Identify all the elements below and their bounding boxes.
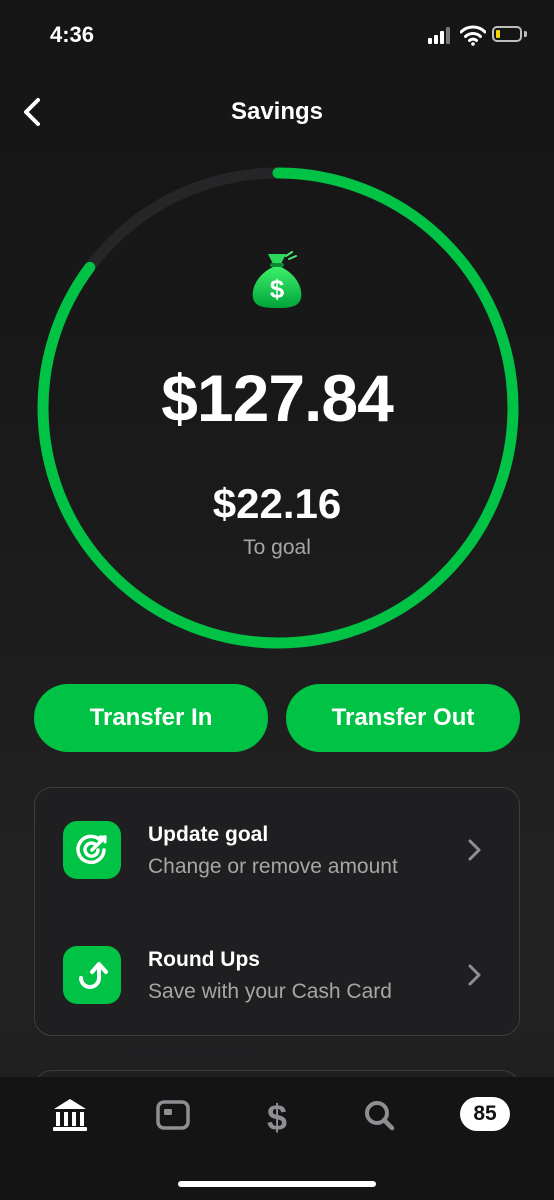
home-indicator <box>178 1181 376 1187</box>
transfer-out-button[interactable]: Transfer Out <box>286 684 520 752</box>
activity-badge[interactable]: 85 <box>460 1097 510 1131</box>
remaining-to-goal-label: To goal <box>243 536 311 559</box>
round-ups-subtitle: Save with your Cash Card <box>148 980 392 1003</box>
dollar-icon[interactable]: $ <box>247 1095 307 1135</box>
status-bar: 4:36 <box>0 0 554 72</box>
round-ups-row[interactable]: Round Ups Save with your Cash Card <box>35 913 518 1013</box>
round-ups-title: Round Ups <box>148 948 260 971</box>
cellular-signal-icon <box>428 26 454 44</box>
target-icon <box>63 821 121 879</box>
page-title: Savings <box>230 98 324 125</box>
money-bag-icon: $ <box>252 251 302 308</box>
chevron-right-icon <box>468 839 481 861</box>
search-icon[interactable] <box>350 1095 410 1135</box>
round-up-arrow-icon <box>63 946 121 1004</box>
savings-balance: $127.84 <box>161 361 394 435</box>
remaining-to-goal-amount: $22.16 <box>212 480 342 527</box>
card-icon[interactable] <box>143 1095 203 1135</box>
svg-text:$: $ <box>270 274 285 304</box>
battery-icon <box>492 26 522 42</box>
svg-text:$: $ <box>267 1097 287 1135</box>
bank-icon[interactable] <box>40 1095 100 1135</box>
savings-options-card: Update goal Change or remove amount Roun… <box>34 787 520 1036</box>
chevron-right-icon <box>468 964 481 986</box>
update-goal-row[interactable]: Update goal Change or remove amount <box>35 788 518 888</box>
status-time: 4:36 <box>50 22 95 47</box>
update-goal-subtitle: Change or remove amount <box>148 855 398 878</box>
update-goal-title: Update goal <box>148 823 269 846</box>
transfer-in-button[interactable]: Transfer In <box>34 684 268 752</box>
wifi-icon <box>460 25 486 46</box>
